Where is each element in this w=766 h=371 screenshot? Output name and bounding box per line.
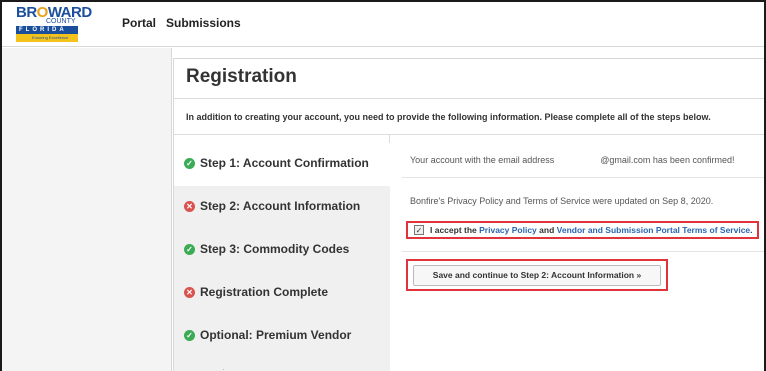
nav-portal-link[interactable]: Portal xyxy=(122,16,156,30)
accept-terms-highlight: ✓ I accept the Privacy Policy and Vendor… xyxy=(406,221,759,239)
step-registration-complete[interactable]: ✕ Registration Complete xyxy=(174,272,390,315)
confirmation-suffix: @gmail.com has been confirmed! xyxy=(600,155,735,165)
terms-of-service-link[interactable]: Vendor and Submission Portal Terms of Se… xyxy=(557,225,751,235)
step-commodity-codes[interactable]: ✓ Step 3: Commodity Codes xyxy=(174,229,390,272)
check-circle-icon: ✓ xyxy=(184,158,195,169)
accept-terms-checkbox[interactable]: ✓ xyxy=(414,225,424,235)
accept-text: and xyxy=(536,225,557,235)
divider xyxy=(402,251,764,252)
logo-tagline: Ensuring Excellence xyxy=(16,34,78,42)
step-content: Your account with the email address @gmai… xyxy=(402,135,764,371)
privacy-policy-link[interactable]: Privacy Policy xyxy=(479,225,537,235)
logo-county: COUNTY xyxy=(46,18,76,25)
top-navigation: BROWARD COUNTY FLORIDA Ensuring Excellen… xyxy=(2,2,764,47)
divider xyxy=(174,98,764,99)
page-title: Registration xyxy=(186,66,297,87)
x-circle-icon: ✕ xyxy=(184,287,195,298)
check-circle-icon: ✓ xyxy=(184,330,195,341)
policy-update-note: Bonfire's Privacy Policy and Terms of Se… xyxy=(410,196,714,206)
step-label: Optional: Premium Vendor xyxy=(200,328,352,342)
browser-frame: BROWARD COUNTY FLORIDA Ensuring Excellen… xyxy=(0,0,766,371)
left-gutter xyxy=(2,48,172,371)
step-account-confirmation[interactable]: ✓ Step 1: Account Confirmation xyxy=(174,143,390,186)
save-and-continue-button[interactable]: Save and continue to Step 2: Account Inf… xyxy=(413,265,661,286)
confirmation-prefix: Your account with the email address xyxy=(410,155,555,165)
steps-list-overflow: · xyxy=(174,358,390,371)
confirmation-message: Your account with the email address @gmai… xyxy=(410,155,734,165)
broward-county-logo[interactable]: BROWARD COUNTY FLORIDA Ensuring Excellen… xyxy=(16,5,92,44)
step-label: Registration Complete xyxy=(200,285,329,299)
step-account-information[interactable]: ✕ Step 2: Account Information xyxy=(174,186,390,229)
accept-text: . xyxy=(750,225,753,235)
step-label: Step 2: Account Information xyxy=(200,199,361,213)
step-premium-vendor[interactable]: ✓ Optional: Premium Vendor xyxy=(174,315,390,358)
divider xyxy=(402,177,764,178)
save-button-highlight: Save and continue to Step 2: Account Inf… xyxy=(406,259,668,291)
dot-icon: · xyxy=(222,365,225,371)
registration-intro: In addition to creating your account, yo… xyxy=(186,112,711,122)
accept-terms-label: I accept the Privacy Policy and Vendor a… xyxy=(430,225,753,235)
steps-list: ✓ Step 1: Account Confirmation ✕ Step 2:… xyxy=(174,135,390,371)
accept-text: I accept the xyxy=(430,225,480,235)
nav-submissions-link[interactable]: Submissions xyxy=(166,16,241,30)
logo-state: FLORIDA xyxy=(16,26,78,34)
check-circle-icon: ✓ xyxy=(184,244,195,255)
step-label: Step 1: Account Confirmation xyxy=(200,156,369,170)
x-circle-icon: ✕ xyxy=(184,201,195,212)
step-label: Step 3: Commodity Codes xyxy=(200,242,350,256)
registration-panel: Registration In addition to creating you… xyxy=(173,58,764,371)
